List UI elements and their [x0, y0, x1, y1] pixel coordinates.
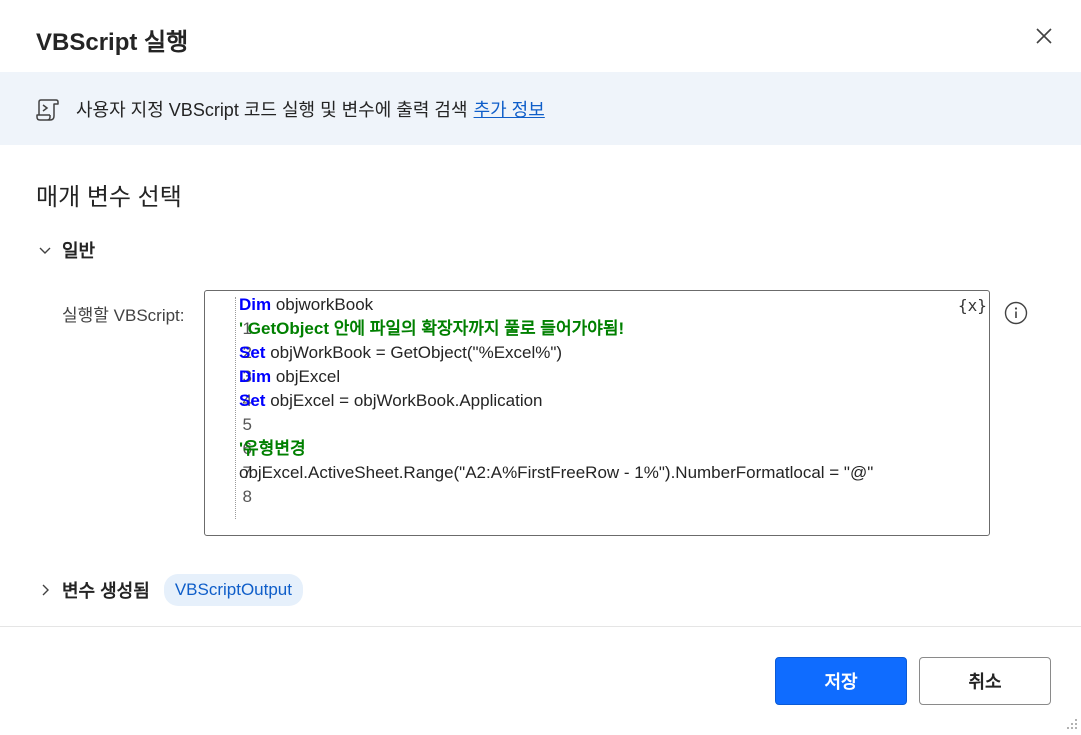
- general-group-toggle[interactable]: 일반: [36, 237, 95, 263]
- code-text: objExcel = objWorkBook.Application: [265, 391, 543, 410]
- code-line: 5 Set objExcel = objWorkBook.Application: [205, 389, 543, 434]
- variables-produced-group: 변수 생성됨 VBScriptOutput: [36, 574, 303, 606]
- code-line: 7 '유형변경: [205, 437, 306, 482]
- code-text: objworkBook: [271, 295, 374, 314]
- variable-chip[interactable]: VBScriptOutput: [163, 574, 303, 606]
- chevron-down-icon: [36, 241, 54, 259]
- code-text: objWorkBook = GetObject("%Excel%"): [265, 343, 563, 362]
- info-bar: 사용자 지정 VBScript 코드 실행 및 변수에 출력 검색 추가 정보: [0, 72, 1081, 145]
- footer-divider: [0, 626, 1081, 627]
- cancel-button[interactable]: 취소: [919, 657, 1051, 705]
- code-line: 3 Set objWorkBook = GetObject("%Excel%"): [205, 341, 562, 386]
- dialog-title: VBScript 실행: [36, 29, 189, 56]
- close-icon: [1036, 28, 1052, 44]
- code-line: 6: [205, 413, 251, 458]
- insert-variable-button[interactable]: {x}: [958, 296, 987, 315]
- close-button[interactable]: [1030, 22, 1058, 50]
- line-number: 8: [242, 487, 252, 506]
- code-keyword: Dim: [239, 367, 272, 386]
- code-keyword: Set: [239, 343, 266, 362]
- code-text: objExcel.ActiveSheet.Range("A2:A%FirstFr…: [239, 463, 874, 482]
- resize-grip-icon[interactable]: [1062, 716, 1078, 732]
- chevron-right-icon[interactable]: [36, 581, 54, 599]
- code-text: objExcel: [271, 367, 341, 386]
- section-title: 매개 변수 선택: [36, 184, 182, 211]
- script-icon: [36, 99, 59, 121]
- save-button[interactable]: 저장: [775, 657, 907, 705]
- info-description: 사용자 지정 VBScript 코드 실행 및 변수에 출력 검색: [76, 100, 468, 120]
- vbscript-editor[interactable]: 1 Dim objworkBook 2 ' GetObject 안에 파일의 확…: [204, 290, 990, 536]
- code-line: 4 Dim objExcel: [205, 365, 340, 410]
- code-comment: '유형변경: [239, 439, 306, 458]
- general-group-label: 일반: [62, 241, 96, 261]
- code-keyword: Dim: [239, 295, 272, 314]
- dialog-header: VBScript 실행: [0, 0, 1081, 72]
- code-line: 1 Dim objworkBook: [205, 293, 373, 338]
- vbscript-field-label: 실행할 VBScript:: [62, 306, 185, 325]
- code-comment: ' GetObject 안에 파일의 확장자까지 풀로 들어가야됨!: [239, 319, 625, 338]
- info-text: 사용자 지정 VBScript 코드 실행 및 변수에 출력 검색 추가 정보: [76, 96, 545, 122]
- code-line: 2 ' GetObject 안에 파일의 확장자까지 풀로 들어가야됨!: [205, 317, 624, 362]
- code-keyword: Set: [239, 391, 266, 410]
- code-line: 8 objExcel.ActiveSheet.Range("A2:A%First…: [205, 461, 873, 506]
- info-icon[interactable]: [1004, 301, 1028, 325]
- variables-group-label[interactable]: 변수 생성됨: [62, 577, 150, 603]
- more-info-link[interactable]: 추가 정보: [474, 100, 545, 120]
